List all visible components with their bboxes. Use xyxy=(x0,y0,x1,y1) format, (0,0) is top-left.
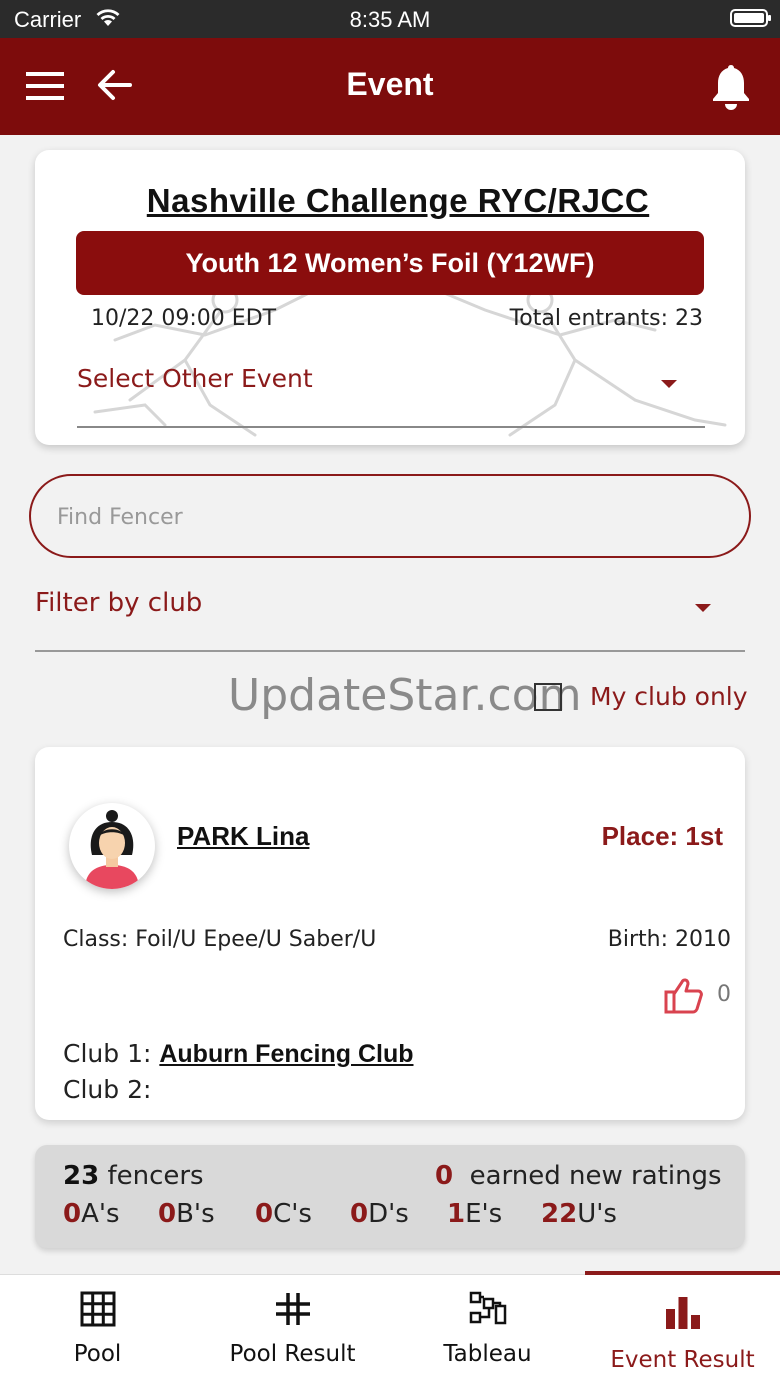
my-club-only-label[interactable]: My club only xyxy=(590,682,748,711)
ratings-summary: 23 fencers 0 earned new ratings 0A's 0B'… xyxy=(35,1145,745,1248)
find-fencer-field[interactable] xyxy=(29,474,751,558)
fencers-count: 23 xyxy=(63,1161,100,1191)
rating-c: 0C's xyxy=(255,1199,312,1229)
total-entrants: Total entrants: 23 xyxy=(509,306,703,331)
fencer-class: Class: Foil/U Epee/U Saber/U xyxy=(63,927,377,952)
rating-a: 0A's xyxy=(63,1199,120,1229)
female-avatar-icon xyxy=(85,810,139,889)
new-ratings-label: earned new ratings xyxy=(469,1161,722,1191)
grid-icon xyxy=(80,1291,115,1327)
club1-label: Club 1: xyxy=(63,1039,152,1068)
page-title: Event xyxy=(346,66,434,102)
tab-pool-label: Pool xyxy=(73,1341,122,1367)
watermark: UpdateStar.com xyxy=(228,670,582,721)
club1-link[interactable]: Auburn Fencing Club xyxy=(159,1040,413,1068)
tab-event-result-label: Event Result xyxy=(610,1347,755,1373)
status-bar: Carrier 8:35 AM xyxy=(0,0,780,38)
bottom-tab-bar: Pool Pool Result Tableau Event Result xyxy=(0,1271,780,1388)
fencer-name-link[interactable]: PARK Lina xyxy=(177,821,309,852)
new-ratings-count: 0 xyxy=(435,1161,454,1191)
club2-row: Club 2: xyxy=(63,1075,151,1104)
fencers-label: fencers xyxy=(107,1161,204,1191)
header-bar: Event xyxy=(0,38,780,135)
tab-tableau[interactable]: Tableau xyxy=(390,1275,585,1388)
tab-pool-result[interactable]: Pool Result xyxy=(195,1275,390,1388)
tab-event-result[interactable]: Event Result xyxy=(585,1271,780,1388)
my-club-only-checkbox[interactable] xyxy=(534,683,562,711)
chevron-down-icon xyxy=(695,604,711,612)
rating-u: 22U's xyxy=(541,1199,617,1229)
select-other-event-dropdown[interactable]: Select Other Event xyxy=(77,362,705,428)
rating-e: 1E's xyxy=(447,1199,503,1229)
likes-count: 0 xyxy=(717,982,731,1007)
tab-pool[interactable]: Pool xyxy=(0,1275,195,1388)
notification-bell-icon[interactable] xyxy=(710,62,752,110)
event-category-badge: Youth 12 Women’s Foil (Y12WF) xyxy=(76,231,704,295)
club1-row: Club 1: Auburn Fencing Club xyxy=(63,1039,414,1069)
event-name-link[interactable]: Nashville Challenge RYC/RJCC xyxy=(35,182,745,220)
event-card: Nashville Challenge RYC/RJCC Youth 12 Wo… xyxy=(35,150,745,445)
bar-chart-icon xyxy=(665,1297,700,1329)
fencers-count-row: 23 fencers xyxy=(63,1161,204,1191)
club2-label: Club 2: xyxy=(63,1075,152,1104)
fencer-card[interactable]: PARK Lina Place: 1st Class: Foil/U Epee/… xyxy=(35,747,745,1120)
fencer-birth: Birth: 2010 xyxy=(607,927,731,952)
rating-b: 0B's xyxy=(158,1199,215,1229)
hash-icon xyxy=(275,1293,310,1325)
status-time: 8:35 AM xyxy=(349,7,431,32)
chevron-down-icon xyxy=(661,380,677,388)
filter-by-club-label: Filter by club xyxy=(35,588,203,618)
thumbs-up-icon[interactable] xyxy=(663,975,705,1015)
tab-pool-result-label: Pool Result xyxy=(229,1341,356,1367)
event-date: 10/22 09:00 EDT xyxy=(91,306,277,331)
avatar xyxy=(69,803,155,889)
rating-d: 0D's xyxy=(350,1199,409,1229)
filter-by-club-dropdown[interactable]: Filter by club xyxy=(35,580,745,652)
select-other-event-label: Select Other Event xyxy=(77,364,313,393)
bracket-icon xyxy=(469,1291,506,1325)
tab-tableau-label: Tableau xyxy=(443,1341,532,1367)
new-ratings-row: 0 earned new ratings xyxy=(435,1161,722,1191)
battery-icon xyxy=(730,9,771,27)
fencer-place: Place: 1st xyxy=(601,821,723,851)
find-fencer-input[interactable] xyxy=(55,494,719,540)
